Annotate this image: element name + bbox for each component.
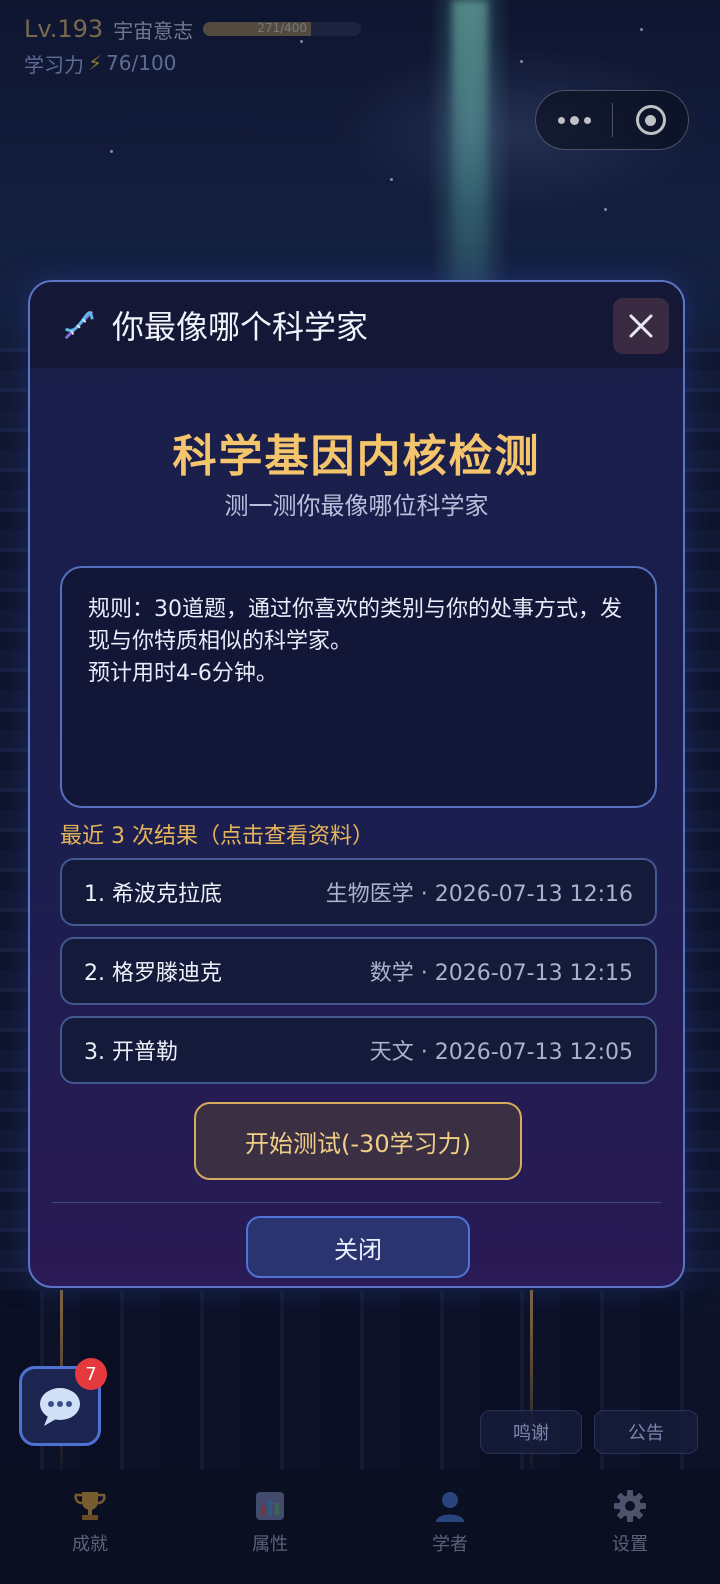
dna-icon <box>64 310 94 340</box>
notice-button[interactable]: 公告 <box>594 1410 698 1454</box>
result-item[interactable]: 1. 希波克拉底 生物医学 · 2026-07-13 12:16 <box>60 858 657 926</box>
modal-header: 你最像哪个科学家 <box>30 282 683 368</box>
result-meta: 天文 · 2026-07-13 12:05 <box>369 1040 633 1065</box>
scientist-test-modal: 你最像哪个科学家 科学基因内核检测 测一测你最像哪位科学家 规则：30道题，通过… <box>28 280 685 1288</box>
result-meta: 生物医学 · 2026-07-13 12:16 <box>325 882 633 907</box>
bar-chart-icon <box>256 1492 284 1520</box>
tab-attributes[interactable]: 属性 <box>180 1470 360 1584</box>
start-test-button[interactable]: 开始测试(-30学习力) <box>194 1102 522 1180</box>
hero-title: 科学基因内核检测 <box>172 431 541 482</box>
modal-title: 你最像哪个科学家 <box>112 308 369 346</box>
result-name: 1. 希波克拉底 <box>84 882 222 907</box>
rules-box: 规则：30道题，通过你喜欢的类别与你的处事方式，发现与你特质相似的科学家。 预计… <box>60 566 657 808</box>
result-meta: 数学 · 2026-07-13 12:15 <box>369 961 633 986</box>
trophy-icon <box>74 1492 106 1520</box>
tab-label: 学者 <box>432 1534 468 1555</box>
tab-label: 成就 <box>72 1534 108 1555</box>
rules-text: 规则：30道题，通过你喜欢的类别与你的处事方式，发现与你特质相似的科学家。 预计… <box>88 597 622 686</box>
tab-label: 属性 <box>252 1534 288 1555</box>
close-modal-button[interactable]: 关闭 <box>246 1216 470 1278</box>
chat-bubble-icon <box>40 1388 80 1426</box>
tab-label: 设置 <box>612 1534 648 1555</box>
result-item[interactable]: 3. 开普勒 天文 · 2026-07-13 12:05 <box>60 1016 657 1084</box>
thanks-button[interactable]: 鸣谢 <box>480 1410 582 1454</box>
unread-badge: 7 <box>75 1358 107 1390</box>
close-icon <box>629 314 653 338</box>
gear-icon <box>614 1490 646 1522</box>
person-icon <box>436 1492 464 1522</box>
tab-achievements[interactable]: 成就 <box>0 1470 180 1584</box>
recent-results-title: 最近 3 次结果（点击查看资料） <box>60 824 374 849</box>
hero-subtitle: 测一测你最像哪位科学家 <box>224 492 489 520</box>
result-item[interactable]: 2. 格罗滕迪克 数学 · 2026-07-13 12:15 <box>60 937 657 1005</box>
modal-divider <box>52 1202 661 1203</box>
result-name: 3. 开普勒 <box>84 1040 178 1065</box>
result-name: 2. 格罗滕迪克 <box>84 961 222 986</box>
tab-scholars[interactable]: 学者 <box>360 1470 540 1584</box>
tab-settings[interactable]: 设置 <box>540 1470 720 1584</box>
bottom-tab-bar: 成就 属性 学者 设置 <box>0 1470 720 1584</box>
close-button[interactable] <box>613 298 669 354</box>
